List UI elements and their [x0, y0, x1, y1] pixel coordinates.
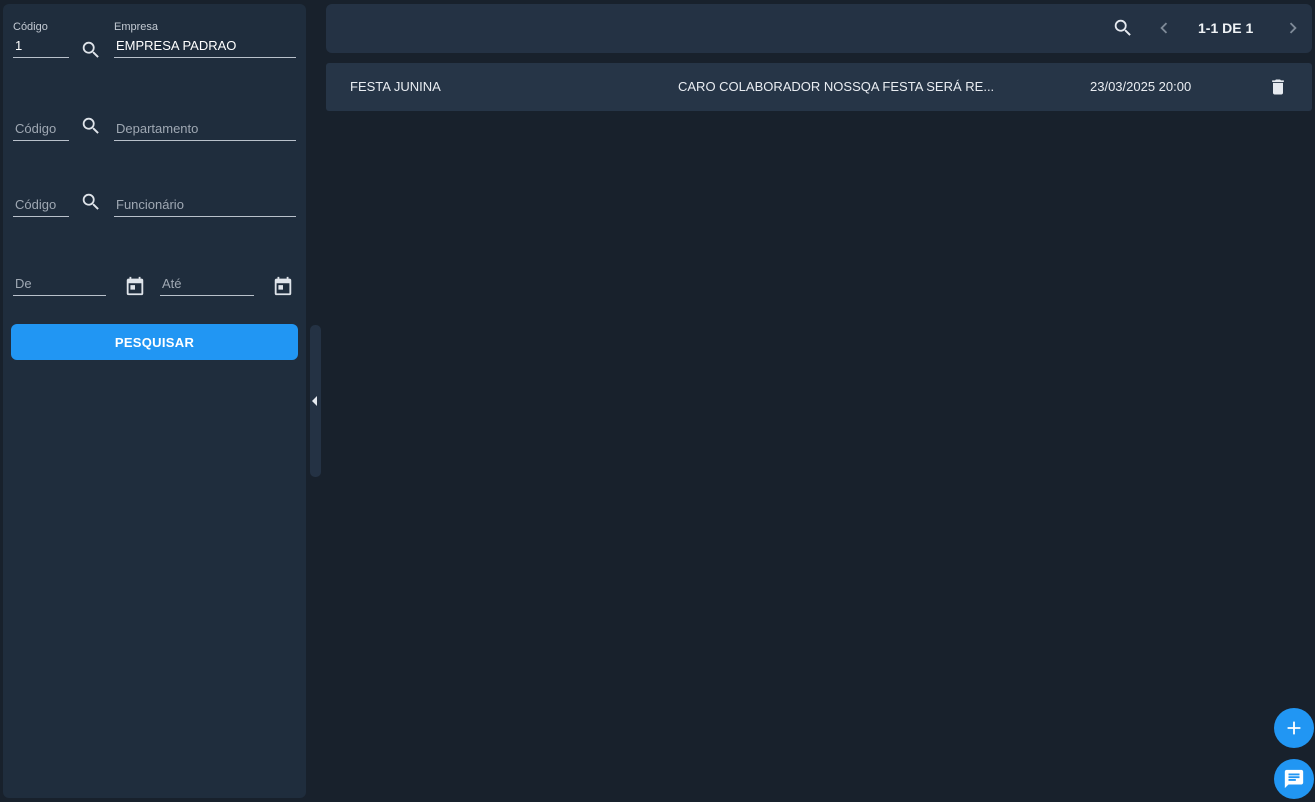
empresa-search-icon[interactable]: [79, 38, 103, 62]
empresa-name-input[interactable]: [114, 35, 296, 58]
pesquisar-button[interactable]: PESQUISAR: [11, 324, 298, 360]
departamento-name-input[interactable]: [114, 118, 296, 141]
funcionario-code-field: [13, 194, 69, 217]
caret-left-icon: [312, 396, 317, 406]
filter-panel: Código Empresa PESQUISAR: [3, 4, 306, 798]
chevron-right-icon[interactable]: [1281, 16, 1305, 40]
empresa-code-input[interactable]: [13, 35, 69, 58]
departamento-search-icon[interactable]: [79, 114, 103, 138]
departamento-code-input[interactable]: [13, 118, 69, 141]
departamento-name-field: [114, 118, 296, 141]
funcionario-name-field: [114, 194, 296, 217]
chat-icon: [1284, 769, 1304, 789]
funcionario-search-icon[interactable]: [79, 190, 103, 214]
add-button[interactable]: [1274, 708, 1314, 748]
funcionario-name-input[interactable]: [114, 194, 296, 217]
table-row[interactable]: FESTA JUNINA CARO COLABORADOR NOSSQA FES…: [326, 63, 1312, 111]
plus-icon: [1287, 721, 1301, 735]
pagination-info: 1-1 DE 1: [1198, 20, 1254, 36]
chevron-left-icon[interactable]: [1152, 16, 1176, 40]
date-from-input[interactable]: [13, 273, 106, 296]
funcionario-code-input[interactable]: [13, 194, 69, 217]
empresa-code-field: Código: [13, 21, 69, 58]
row-message: CARO COLABORADOR NOSSQA FESTA SERÁ RE...: [678, 79, 995, 94]
trash-icon[interactable]: [1266, 75, 1290, 99]
date-from-calendar-icon[interactable]: [123, 274, 147, 298]
date-to-input[interactable]: [160, 273, 254, 296]
row-datetime: 23/03/2025 20:00: [1090, 79, 1192, 94]
departamento-code-field: [13, 118, 69, 141]
search-icon[interactable]: [1111, 16, 1135, 40]
date-to-calendar-icon[interactable]: [271, 274, 295, 298]
date-from-field: [13, 273, 106, 296]
row-title: FESTA JUNINA: [350, 79, 441, 94]
date-to-field: [160, 273, 254, 296]
empresa-name-label: Empresa: [114, 21, 159, 33]
collapse-panel-handle[interactable]: [310, 325, 321, 477]
empresa-code-label: Código: [13, 21, 48, 33]
list-toolbar: 1-1 DE 1: [326, 4, 1312, 53]
empresa-name-field: Empresa: [114, 21, 296, 58]
chat-button[interactable]: [1274, 759, 1314, 799]
